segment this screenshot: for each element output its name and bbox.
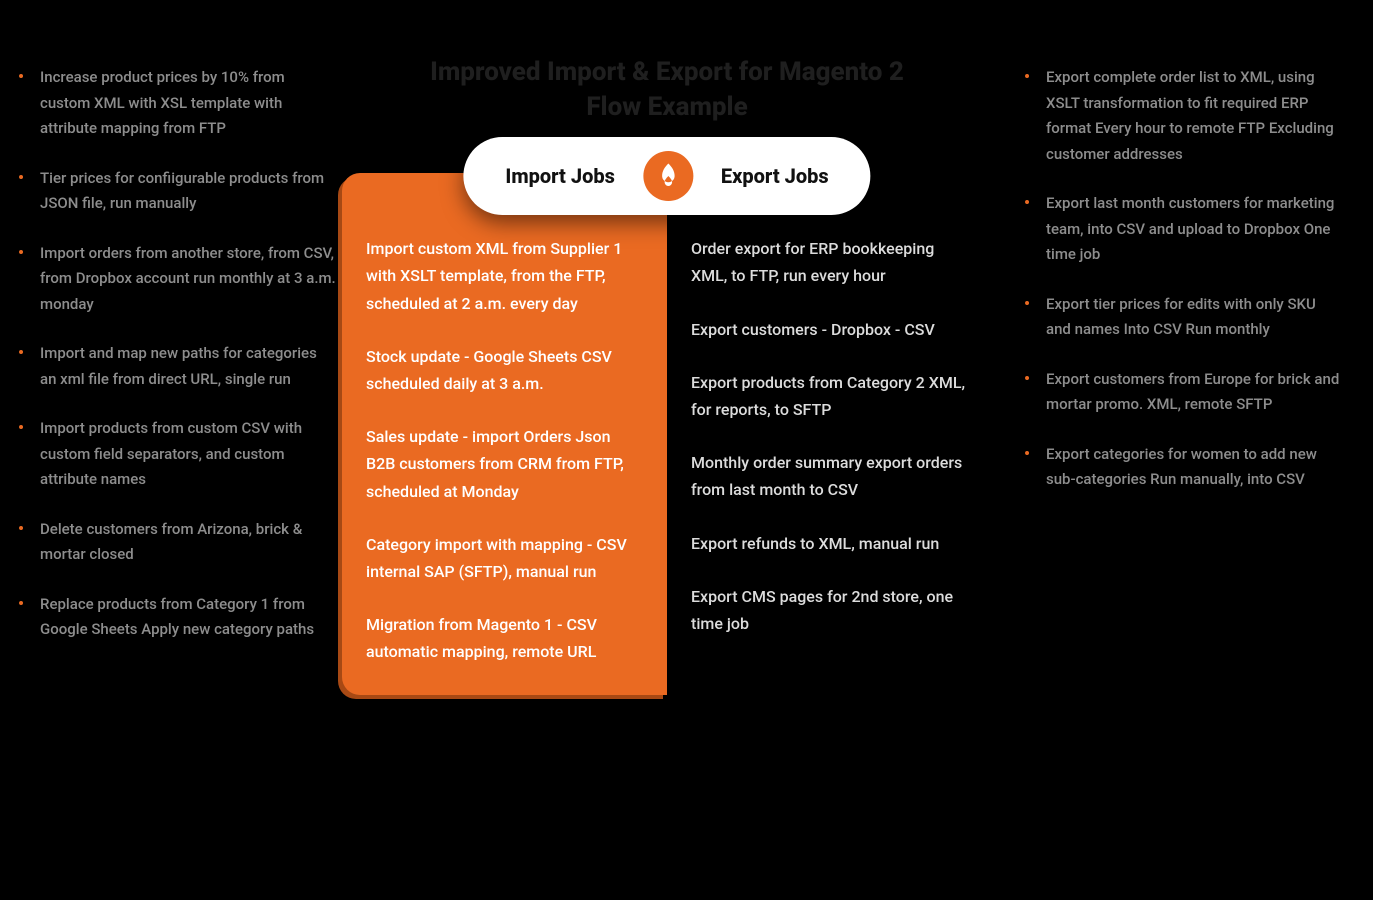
export-job-item: Export CMS pages for 2nd store, one time… — [691, 583, 968, 637]
export-job-item: Order export for ERP bookkeeping XML, to… — [691, 235, 968, 289]
jobs-pill: Import Jobs Export Jobs — [463, 137, 870, 215]
use-case-item: Import orders from another store, from C… — [16, 241, 336, 318]
layout-wrap: Increase product prices by 10% from cust… — [0, 0, 1373, 900]
use-case-item: Export tier prices for edits with only S… — [1022, 292, 1342, 343]
jobs-panel: Import Jobs Export Jobs Import custom XM… — [342, 173, 992, 695]
use-case-item: Export categories for women to add new s… — [1022, 442, 1342, 493]
use-case-item: Replace products from Category 1 from Go… — [16, 592, 336, 643]
use-case-item: Export last month customers for marketin… — [1022, 191, 1342, 268]
export-job-item: Monthly order summary export orders from… — [691, 449, 968, 503]
export-jobs-label: Export Jobs — [721, 164, 829, 188]
use-case-item: Delete customers from Arizona, brick & m… — [16, 517, 336, 568]
import-job-item: Category import with mapping - CSV inter… — [366, 531, 643, 585]
title-line-1: Improved Import & Export for Magento 2 — [342, 55, 992, 90]
export-jobs-column: Order export for ERP bookkeeping XML, to… — [667, 173, 992, 695]
use-case-item: Increase product prices by 10% from cust… — [16, 65, 336, 142]
import-job-item: Sales update - import Orders Json B2B cu… — [366, 423, 643, 505]
import-jobs-label: Import Jobs — [505, 164, 615, 188]
right-use-cases: Export complete order list to XML, using… — [992, 55, 1348, 870]
export-job-item: Export refunds to XML, manual run — [691, 530, 968, 557]
title-line-2: Flow Example — [342, 90, 992, 125]
use-case-item: Tier prices for confiigurable products f… — [16, 166, 336, 217]
use-case-item: Import and map new paths for categories … — [16, 341, 336, 392]
use-case-item: Import products from custom CSV with cus… — [16, 416, 336, 493]
firebear-icon — [643, 151, 693, 201]
flow-title: Improved Import & Export for Magento 2 F… — [342, 55, 992, 135]
import-job-item: Stock update - Google Sheets CSV schedul… — [366, 343, 643, 397]
export-job-item: Export products from Category 2 XML, for… — [691, 369, 968, 423]
import-job-item: Migration from Magento 1 - CSV automatic… — [366, 611, 643, 665]
left-use-cases: Increase product prices by 10% from cust… — [10, 55, 342, 870]
export-job-item: Export customers - Dropbox - CSV — [691, 316, 968, 343]
center-panel: Improved Import & Export for Magento 2 F… — [342, 55, 992, 870]
use-case-item: Export customers from Europe for brick a… — [1022, 367, 1342, 418]
use-case-item: Export complete order list to XML, using… — [1022, 65, 1342, 167]
import-jobs-column: Import custom XML from Supplier 1 with X… — [342, 173, 667, 695]
import-job-item: Import custom XML from Supplier 1 with X… — [366, 235, 643, 317]
